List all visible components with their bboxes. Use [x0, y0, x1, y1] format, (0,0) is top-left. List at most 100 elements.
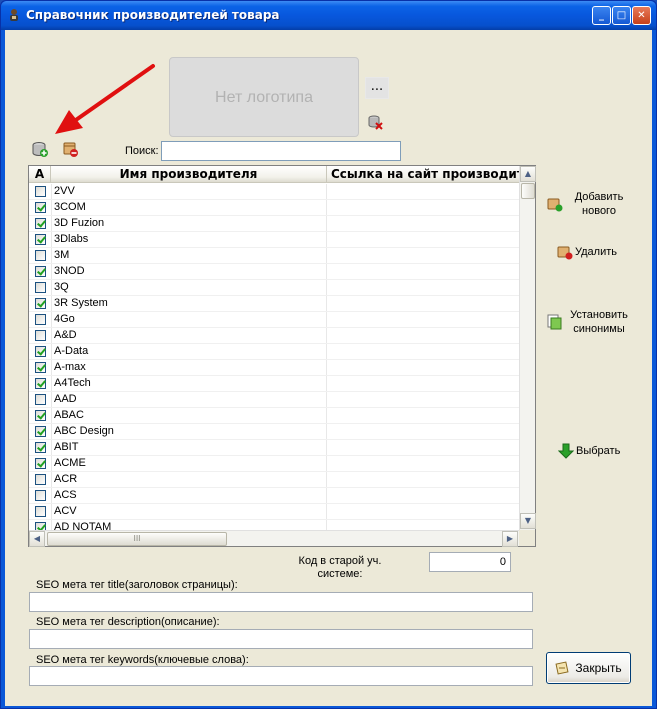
manufacturer-url-cell[interactable] [327, 424, 519, 439]
table-row[interactable]: ACR [29, 472, 519, 488]
close-button[interactable]: Закрыть [546, 652, 631, 684]
active-checkbox[interactable] [35, 394, 46, 405]
column-header-url[interactable]: Ссылка на сайт производител [327, 166, 519, 182]
scroll-left-button[interactable]: ◀ [29, 531, 45, 547]
manufacturer-name-cell[interactable]: AD NOTAM [51, 520, 327, 530]
manufacturer-url-cell[interactable] [327, 360, 519, 375]
manufacturer-name-cell[interactable]: ABIT [51, 440, 327, 455]
table-row[interactable]: A-Data [29, 344, 519, 360]
delete-button[interactable]: Удалить [557, 244, 617, 260]
table-row[interactable]: ACV [29, 504, 519, 520]
manufacturer-name-cell[interactable]: 3R System [51, 296, 327, 311]
manufacturer-url-cell[interactable] [327, 456, 519, 471]
table-row[interactable]: ACME [29, 456, 519, 472]
old-code-input[interactable] [429, 552, 511, 572]
table-row[interactable]: A4Tech [29, 376, 519, 392]
table-row[interactable]: 3Dlabs [29, 232, 519, 248]
manufacturer-name-cell[interactable]: ABC Design [51, 424, 327, 439]
vertical-scroll-thumb[interactable] [521, 183, 535, 199]
horizontal-scrollbar[interactable]: ◀ III ▶ [29, 530, 519, 547]
active-checkbox[interactable] [35, 298, 46, 309]
manufacturer-name-cell[interactable]: A-max [51, 360, 327, 375]
manufacturer-url-cell[interactable] [327, 232, 519, 247]
manufacturer-name-cell[interactable]: 2VV [51, 184, 327, 199]
active-checkbox[interactable] [35, 458, 46, 469]
table-row[interactable]: 3Q [29, 280, 519, 296]
active-checkbox[interactable] [35, 218, 46, 229]
active-checkbox[interactable] [35, 202, 46, 213]
active-checkbox[interactable] [35, 522, 46, 530]
manufacturer-name-cell[interactable]: 3Q [51, 280, 327, 295]
scroll-down-button[interactable]: ▼ [520, 513, 536, 529]
active-checkbox[interactable] [35, 490, 46, 501]
table-row[interactable]: ABC Design [29, 424, 519, 440]
manufacturer-url-cell[interactable] [327, 392, 519, 407]
manufacturer-url-cell[interactable] [327, 328, 519, 343]
manufacturer-name-cell[interactable]: ABAC [51, 408, 327, 423]
active-checkbox[interactable] [35, 186, 46, 197]
close-window-button[interactable]: ✕ [632, 6, 651, 25]
delete-logo-icon[interactable] [367, 114, 383, 130]
manufacturer-url-cell[interactable] [327, 264, 519, 279]
manufacturer-name-cell[interactable]: 3COM [51, 200, 327, 215]
active-checkbox[interactable] [35, 442, 46, 453]
manufacturer-name-cell[interactable]: 3M [51, 248, 327, 263]
table-row[interactable]: ABAC [29, 408, 519, 424]
add-new-button[interactable]: Добавить нового [547, 190, 633, 218]
set-synonyms-button[interactable]: Установить синонимы [547, 308, 633, 336]
active-checkbox[interactable] [35, 410, 46, 421]
seo-title-input[interactable] [29, 592, 533, 612]
active-checkbox[interactable] [35, 266, 46, 277]
table-row[interactable]: ABIT [29, 440, 519, 456]
scroll-up-button[interactable]: ▲ [520, 166, 536, 182]
active-checkbox[interactable] [35, 314, 46, 325]
manufacturer-url-cell[interactable] [327, 312, 519, 327]
active-checkbox[interactable] [35, 346, 46, 357]
table-row[interactable]: A-max [29, 360, 519, 376]
manufacturer-url-cell[interactable] [327, 280, 519, 295]
active-checkbox[interactable] [35, 282, 46, 293]
table-row[interactable]: A&D [29, 328, 519, 344]
manufacturer-name-cell[interactable]: AAD [51, 392, 327, 407]
manufacturer-name-cell[interactable]: A&D [51, 328, 327, 343]
manufacturer-url-cell[interactable] [327, 184, 519, 199]
manufacturer-url-cell[interactable] [327, 488, 519, 503]
manufacturer-name-cell[interactable]: ACS [51, 488, 327, 503]
manufacturer-url-cell[interactable] [327, 408, 519, 423]
table-row[interactable]: 2VV [29, 184, 519, 200]
manufacturer-url-cell[interactable] [327, 376, 519, 391]
table-row[interactable]: AAD [29, 392, 519, 408]
column-header-name[interactable]: Имя производителя [51, 166, 327, 182]
browse-logo-button[interactable]: ... [365, 77, 389, 99]
table-row[interactable]: ACS [29, 488, 519, 504]
manufacturer-name-cell[interactable]: ACV [51, 504, 327, 519]
table-row[interactable]: 3D Fuzion [29, 216, 519, 232]
manufacturer-url-cell[interactable] [327, 440, 519, 455]
maximize-button[interactable]: □ [612, 6, 631, 25]
minimize-button[interactable]: _ [592, 6, 611, 25]
manufacturer-name-cell[interactable]: 3D Fuzion [51, 216, 327, 231]
manufacturer-name-cell[interactable]: ACME [51, 456, 327, 471]
table-row[interactable]: 4Go [29, 312, 519, 328]
add-database-icon[interactable] [31, 140, 49, 158]
manufacturer-url-cell[interactable] [327, 248, 519, 263]
active-checkbox[interactable] [35, 506, 46, 517]
active-checkbox[interactable] [35, 234, 46, 245]
manufacturer-url-cell[interactable] [327, 520, 519, 530]
manufacturer-url-cell[interactable] [327, 216, 519, 231]
manufacturer-name-cell[interactable]: 3NOD [51, 264, 327, 279]
manufacturer-url-cell[interactable] [327, 296, 519, 311]
manufacturer-name-cell[interactable]: 3Dlabs [51, 232, 327, 247]
manufacturer-url-cell[interactable] [327, 200, 519, 215]
manufacturer-name-cell[interactable]: A-Data [51, 344, 327, 359]
active-checkbox[interactable] [35, 330, 46, 341]
active-checkbox[interactable] [35, 362, 46, 373]
table-row[interactable]: 3M [29, 248, 519, 264]
logo-placeholder[interactable]: Нет логотипа [169, 57, 359, 137]
table-row[interactable]: 3R System [29, 296, 519, 312]
seo-description-input[interactable] [29, 629, 533, 649]
manufacturer-name-cell[interactable]: ACR [51, 472, 327, 487]
horizontal-scroll-thumb[interactable]: III [47, 532, 227, 546]
select-button[interactable]: Выбрать [558, 443, 620, 459]
delete-record-icon[interactable] [61, 140, 79, 158]
